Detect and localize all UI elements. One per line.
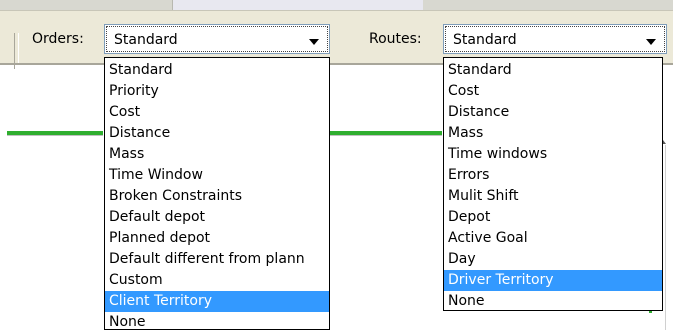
- orders-option[interactable]: None: [105, 312, 329, 329]
- orders-option[interactable]: Custom: [105, 270, 329, 291]
- orders-option[interactable]: Client Territory: [105, 291, 329, 312]
- panel-line-middle: [330, 135, 442, 136]
- orders-label: Orders:: [32, 31, 84, 47]
- routes-option[interactable]: Day: [444, 249, 662, 270]
- routes-option[interactable]: Standard: [444, 60, 662, 81]
- routes-option[interactable]: None: [444, 291, 662, 310]
- routes-option[interactable]: Driver Territory: [444, 270, 662, 291]
- orders-combo-face: Standard: [106, 26, 328, 52]
- routes-option[interactable]: Mass: [444, 123, 662, 144]
- orders-combo[interactable]: Standard: [104, 24, 330, 54]
- orders-option[interactable]: Standard: [105, 60, 329, 81]
- routes-combo-face: Standard: [445, 26, 665, 52]
- top-strip: [0, 0, 673, 10]
- orders-option[interactable]: Broken Constraints: [105, 186, 329, 207]
- orders-option[interactable]: Distance: [105, 123, 329, 144]
- routes-option[interactable]: Mulit Shift: [444, 186, 662, 207]
- routes-option[interactable]: Depot: [444, 207, 662, 228]
- orders-option[interactable]: Mass: [105, 144, 329, 165]
- scrollbar-track[interactable]: [665, 145, 673, 330]
- routes-label: Routes:: [369, 31, 422, 47]
- routes-option[interactable]: Errors: [444, 165, 662, 186]
- routes-dropdown-list[interactable]: Standard Cost Distance Mass Time windows Erro…: [443, 57, 663, 311]
- orders-option[interactable]: Default depot: [105, 207, 329, 228]
- orders-option[interactable]: Cost: [105, 102, 329, 123]
- orders-combo-value: Standard: [114, 32, 178, 48]
- routes-option[interactable]: Cost: [444, 81, 662, 102]
- orders-option[interactable]: Priority: [105, 81, 329, 102]
- routes-option[interactable]: Time windows: [444, 144, 662, 165]
- orders-dropdown-list[interactable]: Standard Priority Cost Distance Mass Time Win…: [104, 57, 330, 330]
- orders-option[interactable]: Default different from plann: [105, 249, 329, 270]
- chevron-down-icon[interactable]: [309, 39, 319, 45]
- routes-option[interactable]: Distance: [444, 102, 662, 123]
- routes-combo-value: Standard: [453, 32, 517, 48]
- routes-combo[interactable]: Standard: [443, 24, 667, 54]
- top-tab-area: [172, 0, 423, 10]
- chevron-down-icon[interactable]: [646, 39, 656, 45]
- orders-option[interactable]: Time Window: [105, 165, 329, 186]
- orders-option[interactable]: Planned depot: [105, 228, 329, 249]
- routes-option[interactable]: Active Goal: [444, 228, 662, 249]
- panel-line-left: [7, 135, 103, 136]
